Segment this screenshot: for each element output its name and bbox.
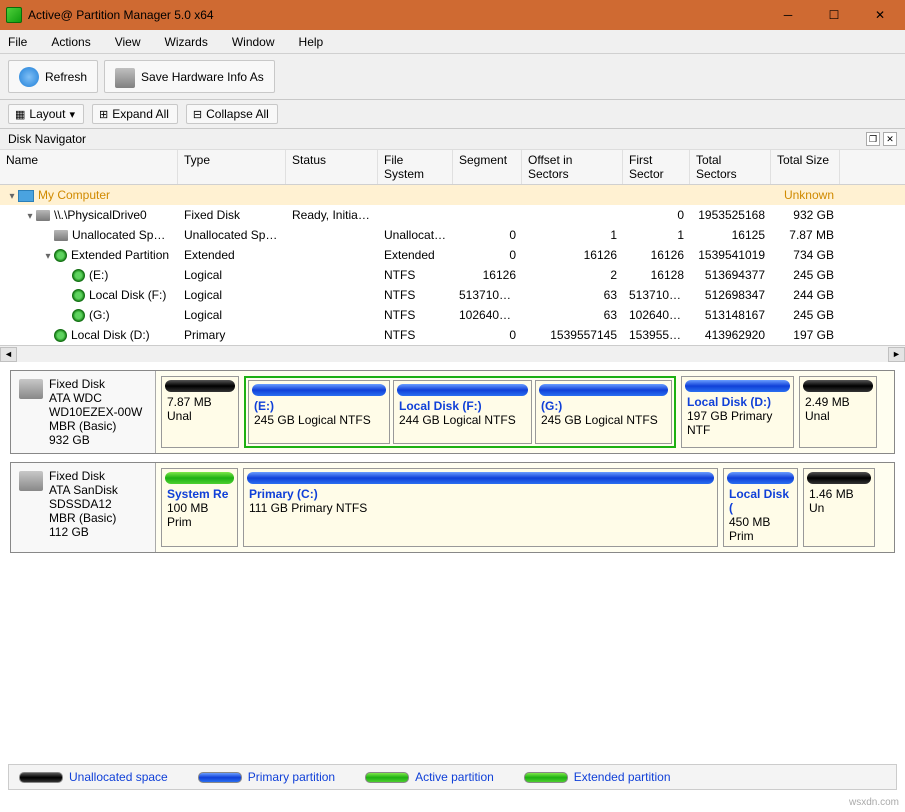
- panel-close-button[interactable]: ✕: [883, 132, 897, 146]
- refresh-button[interactable]: Refresh: [8, 60, 98, 93]
- partition-bar: [397, 384, 528, 396]
- col-status[interactable]: Status: [286, 150, 378, 184]
- expander-icon[interactable]: ▾: [6, 191, 18, 202]
- horizontal-scrollbar[interactable]: ◄ ►: [0, 345, 905, 362]
- legend-swatch: [19, 772, 63, 783]
- partition-block[interactable]: Local Disk (450 MB Prim: [723, 468, 798, 547]
- toolbar-secondary: ▦ Layout ▾ ⊞ Expand All ⊟ Collapse All: [0, 100, 905, 129]
- col-first[interactable]: First Sector: [623, 150, 690, 184]
- col-fs[interactable]: File System: [378, 150, 453, 184]
- toolbar: Refresh Save Hardware Info As: [0, 54, 905, 100]
- partition-bar: [165, 472, 234, 484]
- menu-wizards[interactable]: Wizards: [165, 35, 208, 49]
- grid-body[interactable]: ▾My ComputerUnknown▾\\.\PhysicalDrive0Fi…: [0, 185, 905, 345]
- expand-all-button[interactable]: ⊞ Expand All: [92, 104, 178, 124]
- disk-info[interactable]: Fixed DiskATA WDCWD10EZEX-00WMBR (Basic)…: [11, 371, 156, 453]
- partition-bar: [165, 380, 235, 392]
- legend-item: Primary partition: [198, 770, 335, 784]
- volume-icon: [72, 289, 85, 302]
- menu-actions[interactable]: Actions: [51, 35, 90, 49]
- computer-icon: [18, 190, 34, 202]
- scroll-left-button[interactable]: ◄: [0, 347, 17, 362]
- partition-block[interactable]: (G:)245 GB Logical NTFS: [535, 380, 672, 444]
- table-row[interactable]: ▾My ComputerUnknown: [0, 185, 905, 205]
- menu-view[interactable]: View: [115, 35, 141, 49]
- volume-icon: [54, 249, 67, 262]
- menu-window[interactable]: Window: [232, 35, 275, 49]
- menu-file[interactable]: File: [8, 35, 27, 49]
- disk-row: Fixed DiskATA WDCWD10EZEX-00WMBR (Basic)…: [10, 370, 895, 454]
- collapse-all-button[interactable]: ⊟ Collapse All: [186, 104, 278, 124]
- disk-info[interactable]: Fixed DiskATA SanDiskSDSSDA12MBR (Basic)…: [11, 463, 156, 552]
- disk-icon: [36, 210, 50, 221]
- menu-help[interactable]: Help: [299, 35, 324, 49]
- legend: Unallocated space Primary partition Active…: [8, 764, 897, 790]
- refresh-icon: [19, 67, 39, 87]
- col-offset[interactable]: Offset in Sectors: [522, 150, 623, 184]
- panel-header: Disk Navigator ❐ ✕: [0, 129, 905, 150]
- table-row[interactable]: ▾Extended PartitionExtendedExtended01612…: [0, 245, 905, 265]
- layout-button[interactable]: ▦ Layout ▾: [8, 104, 84, 124]
- partition-block[interactable]: System Re100 MB Prim: [161, 468, 238, 547]
- app-icon: [6, 7, 22, 23]
- extended-partition[interactable]: (E:)245 GB Logical NTFSLocal Disk (F:)24…: [244, 376, 676, 448]
- legend-swatch: [524, 772, 568, 783]
- partition-block[interactable]: Local Disk (F:)244 GB Logical NTFS: [393, 380, 532, 444]
- disk-icon: [54, 230, 68, 241]
- expander-icon[interactable]: ▾: [24, 211, 36, 222]
- volume-icon: [54, 329, 67, 342]
- partition-block[interactable]: 2.49 MB Unal: [799, 376, 877, 448]
- partition-bar: [685, 380, 790, 392]
- partition-bar: [247, 472, 714, 484]
- partition-block[interactable]: 1.46 MB Un: [803, 468, 875, 547]
- maximize-button[interactable]: ☐: [811, 1, 857, 29]
- partition-block[interactable]: 7.87 MB Unal: [161, 376, 239, 448]
- col-segment[interactable]: Segment: [453, 150, 522, 184]
- window-title: Active@ Partition Manager 5.0 x64: [28, 8, 765, 22]
- col-total[interactable]: Total Sectors: [690, 150, 771, 184]
- legend-item: Active partition: [365, 770, 494, 784]
- col-size[interactable]: Total Size: [771, 150, 840, 184]
- disk-row: Fixed DiskATA SanDiskSDSSDA12MBR (Basic)…: [10, 462, 895, 553]
- panel-float-button[interactable]: ❐: [866, 132, 880, 146]
- partition-block[interactable]: (E:)245 GB Logical NTFS: [248, 380, 390, 444]
- legend-item: Extended partition: [524, 770, 671, 784]
- titlebar: Active@ Partition Manager 5.0 x64 ─ ☐ ✕: [0, 0, 905, 30]
- panel-title: Disk Navigator: [8, 132, 86, 146]
- save-hw-info-button[interactable]: Save Hardware Info As: [104, 60, 275, 93]
- table-row[interactable]: (G:)LogicalNTFS1026408915631026408978513…: [0, 305, 905, 325]
- partition-block[interactable]: Local Disk (D:)197 GB Primary NTF: [681, 376, 794, 448]
- disk-map-panel: Fixed DiskATA WDCWD10EZEX-00WMBR (Basic)…: [0, 362, 905, 569]
- legend-item: Unallocated space: [19, 770, 168, 784]
- volume-icon: [72, 309, 85, 322]
- expander-icon[interactable]: ▾: [42, 251, 54, 262]
- partition-bar: [727, 472, 794, 484]
- col-type[interactable]: Type: [178, 150, 286, 184]
- partition-bar: [807, 472, 871, 484]
- watermark: wsxdn.com: [849, 797, 899, 808]
- table-row[interactable]: Unallocated SpaceUnallocated SpaceUnallo…: [0, 225, 905, 245]
- menubar: File Actions View Wizards Window Help: [0, 30, 905, 54]
- legend-swatch: [198, 772, 242, 783]
- close-button[interactable]: ✕: [857, 1, 903, 29]
- table-row[interactable]: (E:)LogicalNTFS16126216128513694377245 G…: [0, 265, 905, 285]
- table-row[interactable]: ▾\\.\PhysicalDrive0Fixed DiskReady, Init…: [0, 205, 905, 225]
- partition-block[interactable]: Primary (C:)111 GB Primary NTFS: [243, 468, 718, 547]
- scroll-right-button[interactable]: ►: [888, 347, 905, 362]
- partition-bar: [252, 384, 386, 396]
- grid-header: Name Type Status File System Segment Off…: [0, 150, 905, 185]
- partition-bar: [539, 384, 668, 396]
- minimize-button[interactable]: ─: [765, 1, 811, 29]
- table-row[interactable]: Local Disk (F:)LogicalNTFS51371050563513…: [0, 285, 905, 305]
- col-name[interactable]: Name: [0, 150, 178, 184]
- volume-icon: [72, 269, 85, 282]
- drive-icon: [115, 68, 135, 88]
- legend-swatch: [365, 772, 409, 783]
- partition-bar: [803, 380, 873, 392]
- disk-icon: [19, 379, 43, 399]
- table-row[interactable]: Local Disk (D:)PrimaryNTFS01539557145153…: [0, 325, 905, 345]
- disk-icon: [19, 471, 43, 491]
